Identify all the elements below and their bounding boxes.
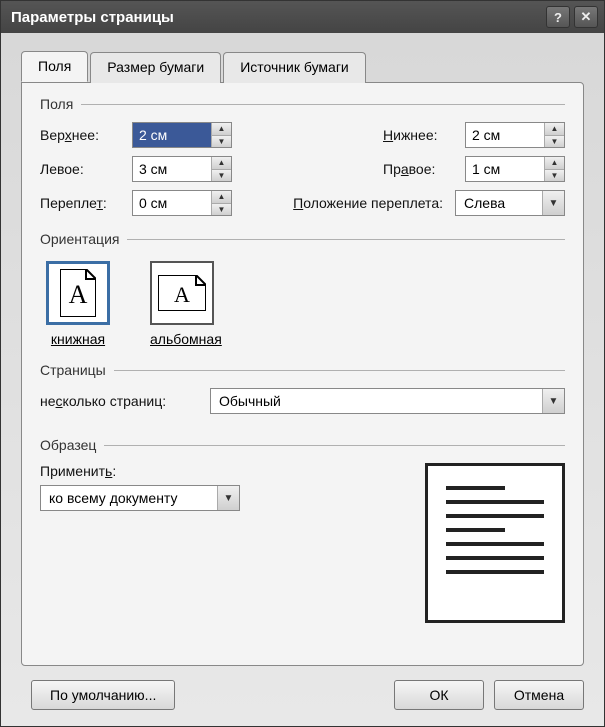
spin-up-icon[interactable]: ▲ [545,157,564,170]
input-gutter[interactable] [133,191,211,215]
select-multi-pages[interactable]: Обычный ▼ [210,388,565,414]
select-gutter-pos-value: Слева [456,193,542,213]
input-margin-bottom[interactable] [466,123,544,147]
tab-paper-source[interactable]: Источник бумаги [223,52,366,83]
tabs: Поля Размер бумаги Источник бумаги [21,51,584,82]
window-title: Параметры страницы [11,9,542,26]
spin-margin-left[interactable]: ▲▼ [132,156,232,182]
svg-text:A: A [69,280,88,309]
input-margin-left[interactable] [133,157,211,181]
landscape-icon: A [150,261,214,325]
help-button[interactable]: ? [546,6,570,28]
chevron-down-icon[interactable]: ▼ [542,389,564,413]
spin-margin-top[interactable]: ▲▼ [132,122,232,148]
group-pages: Страницы несколько страниц: Обычный ▼ [40,362,565,414]
label-multi-pages: несколько страниц: [40,393,210,409]
orientation-portrait[interactable]: A книжная [46,261,110,347]
spin-up-icon[interactable]: ▲ [212,123,231,136]
tab-paper-size-label: Размер бумаги [107,59,204,75]
select-apply-to[interactable]: ко всему документу ▼ [40,485,240,511]
dialog-body: Поля Размер бумаги Источник бумаги Поля … [1,33,604,726]
group-pages-title: Страницы [40,362,114,378]
orientation-landscape-label: альбомная [150,331,222,347]
tab-paper-source-label: Источник бумаги [240,59,349,75]
titlebar: Параметры страницы ? ✕ [1,1,604,33]
label-margin-top: Верхнее: [40,127,132,143]
tab-fields[interactable]: Поля [21,51,88,82]
default-button[interactable]: По умолчанию... [31,680,175,710]
input-margin-top[interactable] [133,123,211,147]
portrait-icon: A [46,261,110,325]
group-orientation: Ориентация A книжная [40,231,565,347]
label-margin-bottom: Нижнее: [383,127,461,143]
group-orientation-title: Ориентация [40,231,127,247]
select-gutter-pos[interactable]: Слева ▼ [455,190,565,216]
input-margin-right[interactable] [466,157,544,181]
chevron-down-icon[interactable]: ▼ [217,486,239,510]
tab-paper-size[interactable]: Размер бумаги [90,52,221,83]
spin-down-icon[interactable]: ▼ [212,170,231,182]
label-gutter-pos: Положение переплета: [293,195,443,211]
page-preview [425,463,565,623]
select-multi-pages-value: Обычный [211,391,542,411]
label-apply-to: Применить: [40,463,240,479]
spin-down-icon[interactable]: ▼ [545,170,564,182]
page-setup-dialog: Параметры страницы ? ✕ Поля Размер бумаг… [0,0,605,727]
orientation-portrait-label: книжная [46,331,110,347]
cancel-button[interactable]: Отмена [494,680,584,710]
spin-down-icon[interactable]: ▼ [545,136,564,148]
spin-up-icon[interactable]: ▲ [212,191,231,204]
tab-fields-label: Поля [38,58,71,74]
spin-up-icon[interactable]: ▲ [212,157,231,170]
group-margins: Поля Верхнее: ▲▼ Нижнее: [40,96,565,216]
spin-gutter[interactable]: ▲▼ [132,190,232,216]
close-button[interactable]: ✕ [574,6,598,28]
chevron-down-icon[interactable]: ▼ [542,191,564,215]
tabpage-fields: Поля Верхнее: ▲▼ Нижнее: [21,82,584,666]
orientation-landscape[interactable]: A альбомная [150,261,222,347]
spin-down-icon[interactable]: ▼ [212,204,231,216]
spin-margin-right[interactable]: ▲▼ [465,156,565,182]
group-sample-title: Образец [40,437,104,453]
select-apply-to-value: ко всему документу [41,488,217,508]
ok-button[interactable]: ОК [394,680,484,710]
svg-text:A: A [174,282,190,307]
label-margin-left: Левое: [40,161,132,177]
group-margins-title: Поля [40,96,81,112]
dialog-footer: По умолчанию... ОК Отмена [21,666,584,710]
spin-up-icon[interactable]: ▲ [545,123,564,136]
label-gutter: Переплет: [40,195,132,211]
spin-down-icon[interactable]: ▼ [212,136,231,148]
label-margin-right: Правое: [383,161,461,177]
spin-margin-bottom[interactable]: ▲▼ [465,122,565,148]
group-sample: Образец Применить: ко всему документу ▼ [40,437,565,623]
